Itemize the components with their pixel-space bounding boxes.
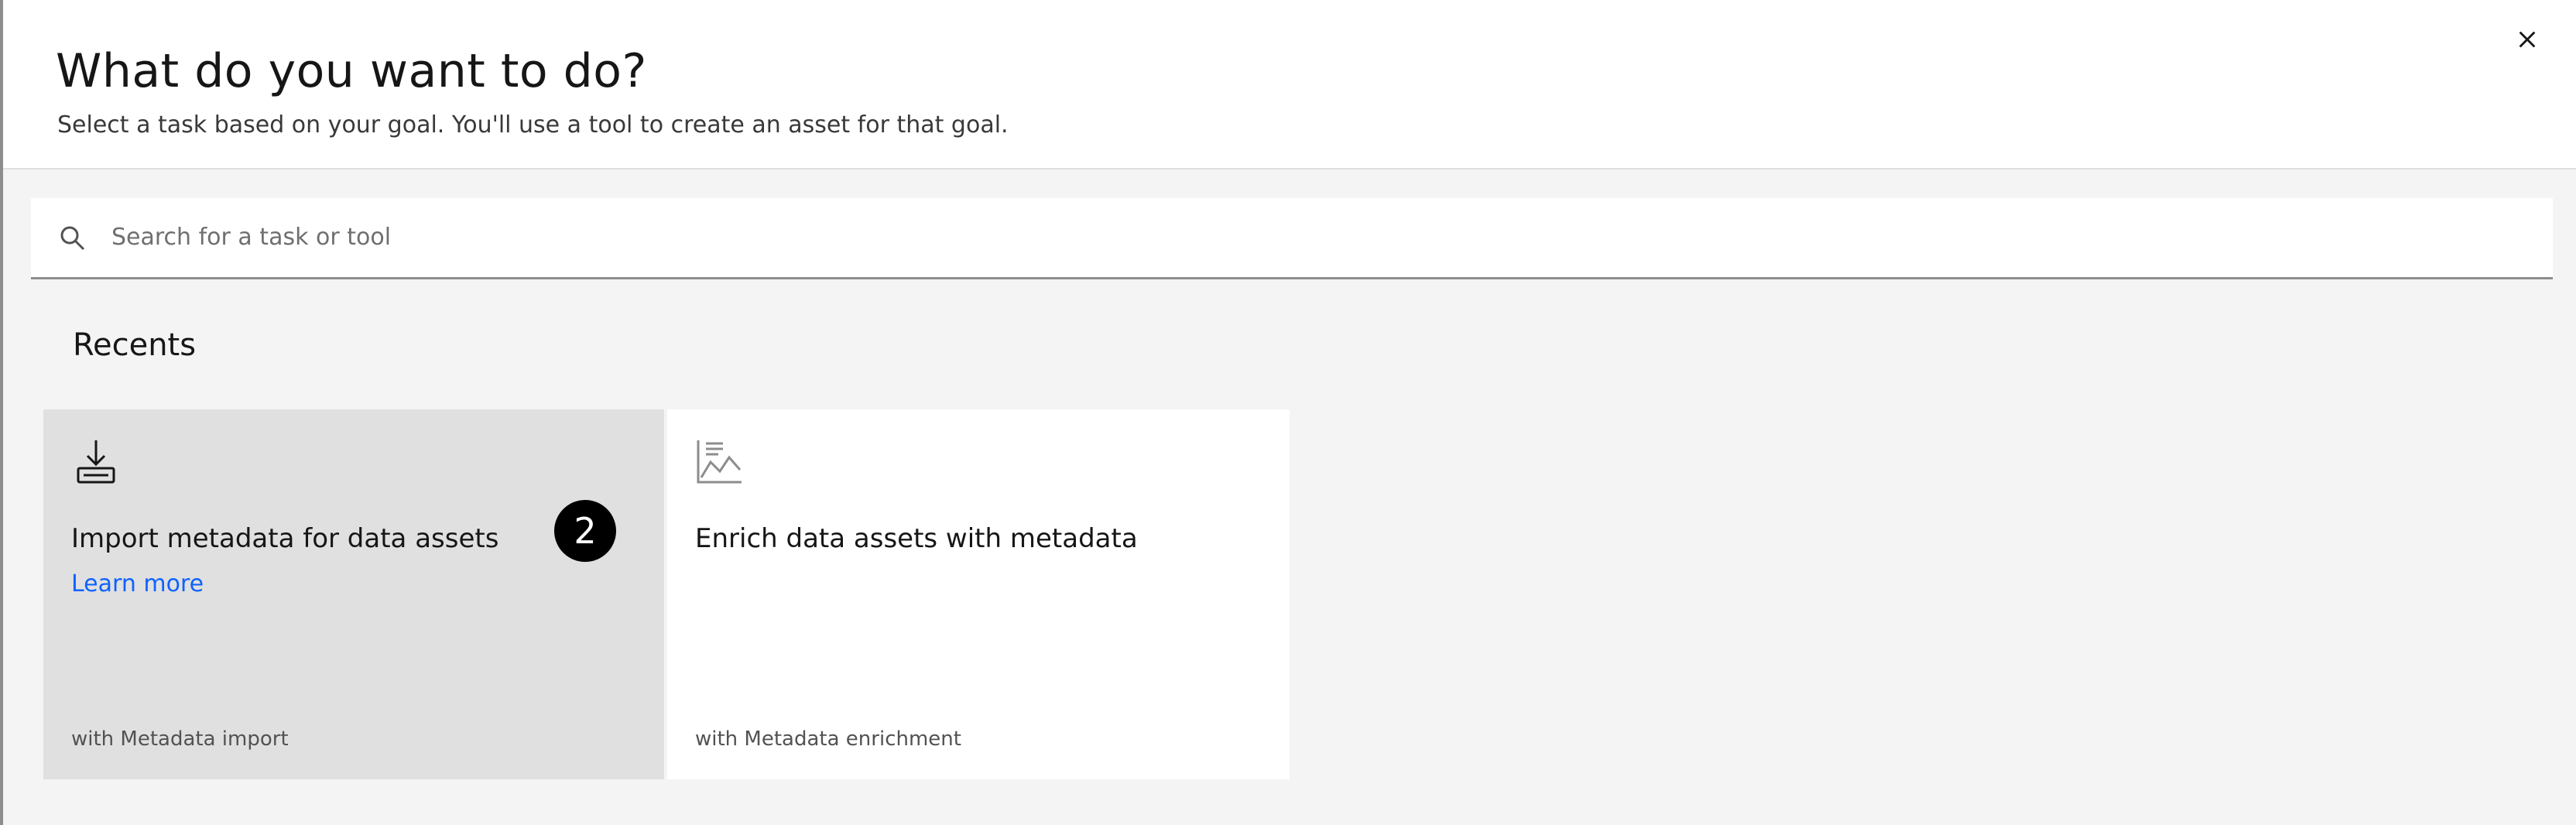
chart-line-icon [697,440,742,484]
page-subtitle: Select a task based on your goal. You'll… [57,111,1009,139]
task-card-import-metadata[interactable]: Import metadata for data assets Learn mo… [43,409,664,779]
task-card-enrich-metadata[interactable]: Enrich data assets with metadata with Me… [667,409,1290,779]
page-title: What do you want to do? [56,44,647,98]
step-badge: 2 [554,500,616,562]
dialog-header: What do you want to do? Select a task ba… [3,0,2576,169]
search-icon [60,226,85,251]
close-button[interactable] [2508,20,2547,59]
card-tool-label: with Metadata enrichment [695,727,961,751]
card-title: Import metadata for data assets [71,523,499,554]
card-tool-label: with Metadata import [71,727,289,751]
download-icon [77,440,115,484]
close-icon [2519,31,2536,48]
dialog: What do you want to do? Select a task ba… [0,0,2576,825]
search-bar [31,198,2553,279]
learn-more-link[interactable]: Learn more [71,567,204,601]
recents-heading: Recents [73,327,197,363]
card-title: Enrich data assets with metadata [695,523,1138,554]
search-input[interactable] [111,198,2526,276]
